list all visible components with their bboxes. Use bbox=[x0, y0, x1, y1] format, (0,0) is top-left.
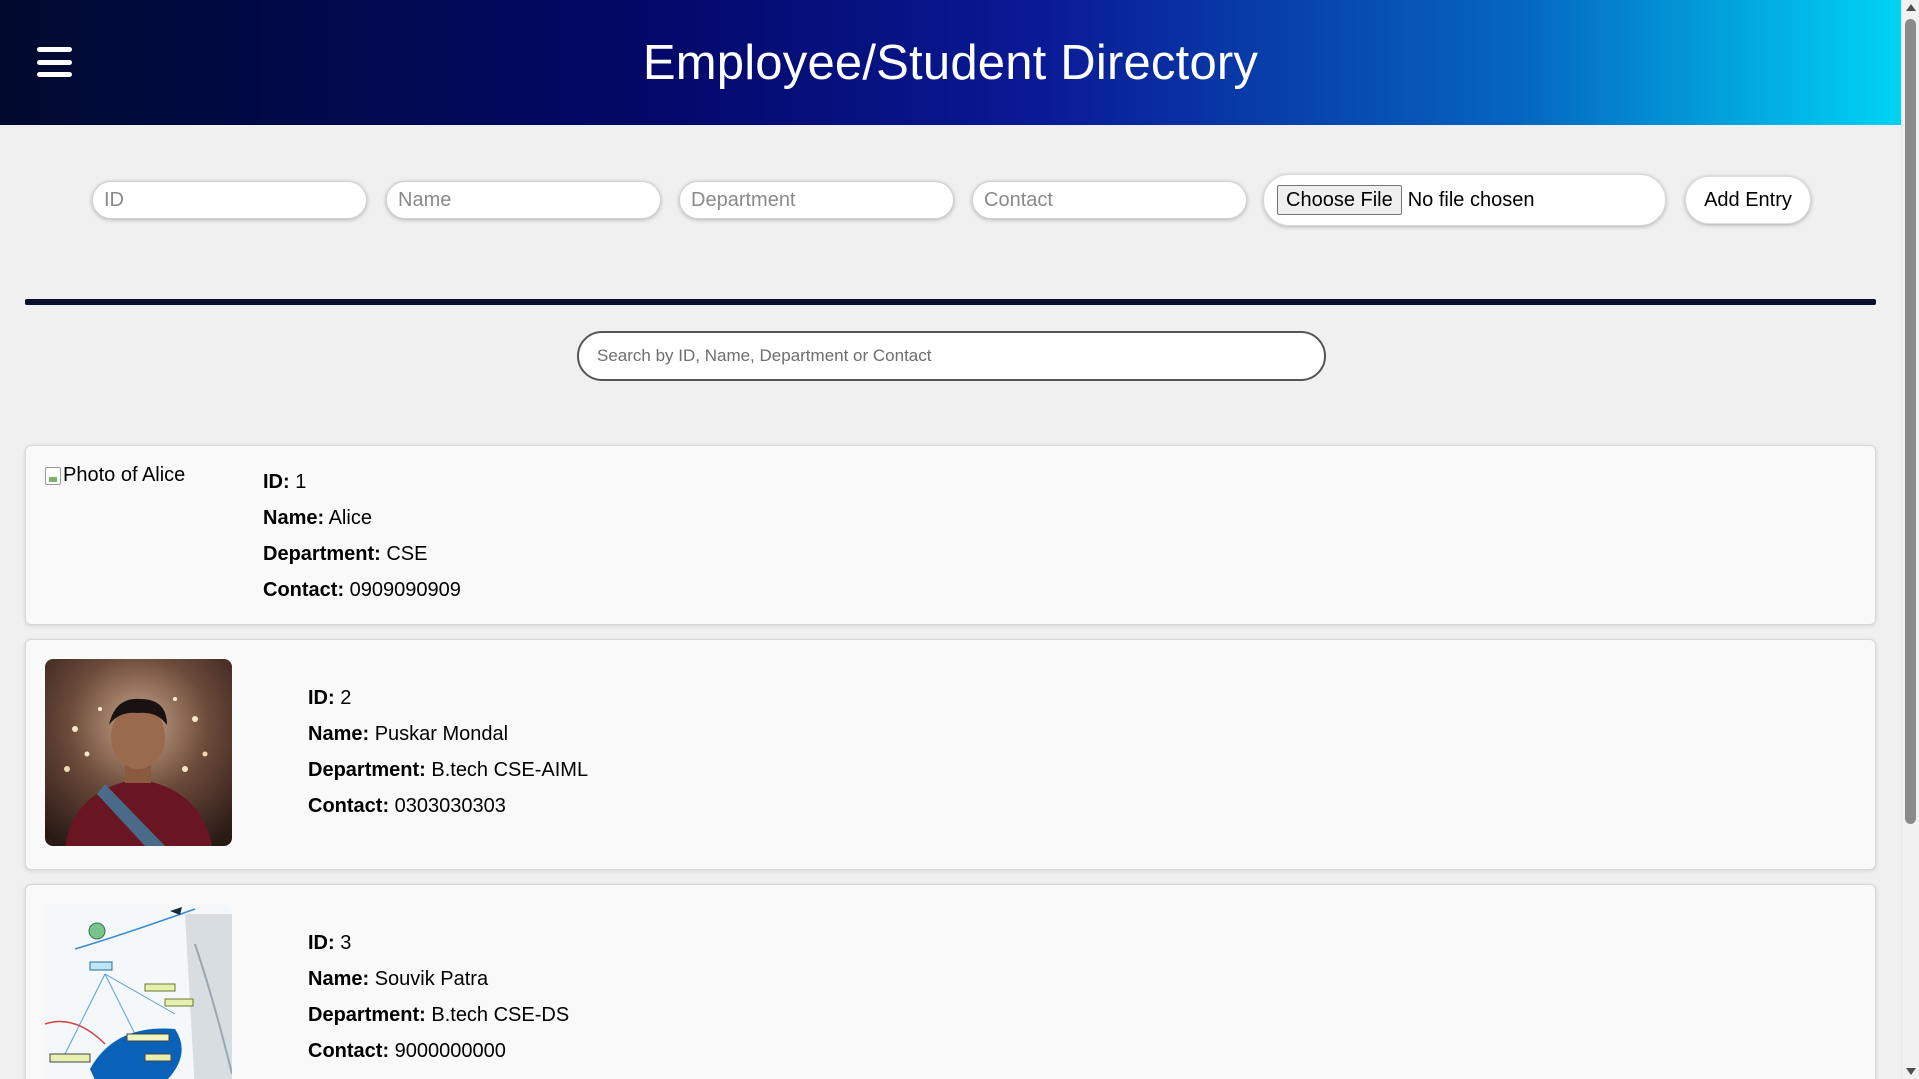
directory-card: ID: 2 Name: Puskar Mondal Department: B.… bbox=[25, 639, 1876, 870]
page-title: Employee/Student Directory bbox=[642, 35, 1259, 90]
entry-department-row: Department: B.tech CSE-AIML bbox=[308, 752, 588, 788]
menu-bar bbox=[37, 47, 72, 52]
entry-contact-row: Contact: 0909090909 bbox=[263, 572, 461, 608]
directory-card: ID: 3 Name: Souvik Patra Department: B.t… bbox=[25, 884, 1876, 1079]
entry-contact-row: Contact: 9000000000 bbox=[308, 1033, 569, 1069]
hamburger-menu-icon[interactable] bbox=[37, 47, 72, 77]
app-header: Employee/Student Directory bbox=[0, 0, 1901, 125]
profile-photo bbox=[45, 659, 232, 846]
menu-bar bbox=[37, 59, 72, 65]
entry-id-row: ID: 1 bbox=[263, 464, 461, 500]
entry-details: ID: 1 Name: Alice Department: CSE Contac… bbox=[263, 464, 461, 608]
name-label: Name: bbox=[308, 723, 370, 745]
scroll-thumb[interactable] bbox=[1905, 19, 1916, 824]
entry-department-row: Department: B.tech CSE-DS bbox=[308, 997, 569, 1033]
directory-card: Photo of Alice ID: 1 Name: Alice Departm… bbox=[25, 445, 1876, 625]
entry-name: Souvik Patra bbox=[374, 968, 489, 990]
diagram-photo-icon bbox=[45, 904, 232, 1079]
id-label: ID: bbox=[308, 932, 335, 954]
entry-department: B.tech CSE-DS bbox=[431, 1004, 570, 1026]
department-input[interactable] bbox=[679, 181, 954, 219]
entry-id: 3 bbox=[340, 932, 352, 954]
id-input[interactable] bbox=[92, 181, 367, 219]
entry-name-row: Name: Puskar Mondal bbox=[308, 716, 588, 752]
entry-name-row: Name: Alice bbox=[263, 500, 461, 536]
entry-name: Alice bbox=[328, 507, 372, 529]
page: Employee/Student Directory Choose File N… bbox=[0, 0, 1901, 1079]
entry-contact: 0909090909 bbox=[349, 579, 461, 601]
entry-details: ID: 2 Name: Puskar Mondal Department: B.… bbox=[308, 680, 588, 824]
broken-image-icon bbox=[45, 466, 61, 485]
id-label: ID: bbox=[263, 471, 290, 493]
file-status: No file chosen bbox=[1407, 188, 1535, 211]
department-label: Department: bbox=[308, 759, 426, 781]
contact-label: Contact: bbox=[308, 795, 390, 817]
contact-label: Contact: bbox=[263, 579, 345, 601]
name-label: Name: bbox=[263, 507, 325, 529]
section-divider bbox=[25, 299, 1876, 305]
entry-department-row: Department: CSE bbox=[263, 536, 461, 572]
entry-name: Puskar Mondal bbox=[374, 723, 509, 745]
department-label: Department: bbox=[308, 1004, 426, 1026]
scroll-up-icon[interactable] bbox=[1906, 4, 1916, 11]
entry-id: 2 bbox=[340, 687, 352, 709]
department-label: Department: bbox=[263, 543, 381, 565]
vertical-scrollbar[interactable] bbox=[1901, 0, 1919, 1079]
menu-bar bbox=[37, 72, 72, 77]
profile-photo bbox=[45, 904, 232, 1079]
entry-contact: 0303030303 bbox=[394, 795, 506, 817]
entry-id: 1 bbox=[295, 471, 307, 493]
add-entry-form: Choose File No file chosen Add Entry bbox=[0, 174, 1901, 226]
entry-contact-row: Contact: 0303030303 bbox=[308, 788, 588, 824]
broken-image: Photo of Alice bbox=[45, 464, 185, 487]
entry-contact: 9000000000 bbox=[394, 1040, 506, 1062]
entry-id-row: ID: 3 bbox=[308, 925, 569, 961]
entry-department: CSE bbox=[386, 543, 428, 565]
id-label: ID: bbox=[308, 687, 335, 709]
entry-details: ID: 3 Name: Souvik Patra Department: B.t… bbox=[308, 925, 569, 1069]
name-label: Name: bbox=[308, 968, 370, 990]
search-input[interactable] bbox=[577, 331, 1326, 381]
add-entry-button[interactable]: Add Entry bbox=[1685, 176, 1811, 224]
contact-label: Contact: bbox=[308, 1040, 390, 1062]
entry-name-row: Name: Souvik Patra bbox=[308, 961, 569, 997]
photo-file-input[interactable]: Choose File No file chosen bbox=[1263, 174, 1666, 226]
person-photo-icon bbox=[45, 659, 232, 846]
entry-id-row: ID: 2 bbox=[308, 680, 588, 716]
choose-file-button[interactable]: Choose File bbox=[1277, 185, 1402, 215]
contact-input[interactable] bbox=[972, 181, 1247, 219]
name-input[interactable] bbox=[386, 181, 661, 219]
scroll-down-icon[interactable] bbox=[1906, 1068, 1916, 1075]
entry-department: B.tech CSE-AIML bbox=[431, 759, 589, 781]
photo-alt-text: Photo of Alice bbox=[63, 464, 186, 486]
